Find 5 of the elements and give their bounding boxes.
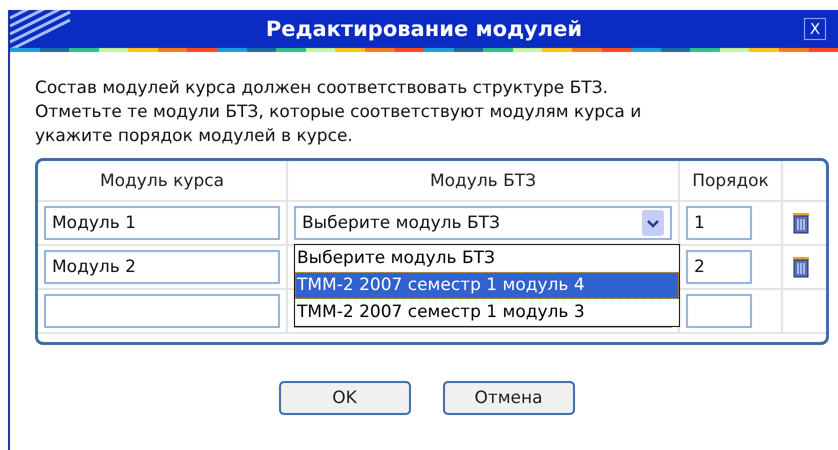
instructions-text: Состав модулей курса должен соответствовать структуре БТЗ. Отметьте те модули БТЗ, которые соответствуют модулям курса и укажите порядок модулей в курсе. [35,77,642,148]
column-header: Модуль БТЗ [288,161,680,200]
window-title: Редактирование модулей [266,17,582,41]
column-header: Порядок [680,161,783,200]
column-header: Модуль курса [38,161,288,200]
